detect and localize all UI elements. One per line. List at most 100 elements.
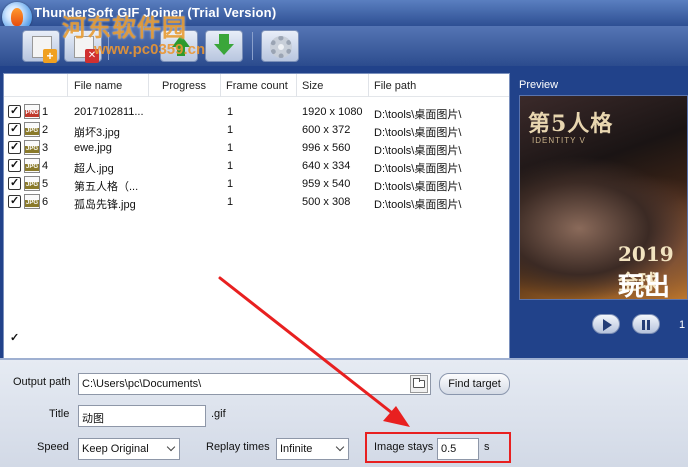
output-path-field[interactable]: C:\Users\pc\Documents\ [78, 373, 431, 395]
column-file-path[interactable]: File path [374, 80, 416, 92]
jpg-file-icon: JPG [24, 158, 40, 173]
row-frame-count: 1 [227, 196, 234, 208]
file-type-tag: JPG [25, 128, 39, 135]
toolbar-separator [252, 32, 253, 60]
output-path-value: C:\Users\pc\Documents\ [82, 378, 202, 390]
output-path-label: Output path [13, 376, 71, 388]
pause-button[interactable] [632, 314, 660, 334]
row-checkbox[interactable] [8, 176, 21, 190]
file-type-tag: PNG [25, 110, 39, 117]
play-button[interactable] [592, 314, 620, 334]
title-field[interactable]: 动图 [78, 405, 206, 427]
file-row[interactable]: JPG 5 第五人格（... 1 959 x 540 D:\tools\桌面图片… [4, 175, 509, 193]
preview-image: 第5人格 IDENTITY V 2019 全球 玩出 [519, 95, 688, 300]
row-number: 5 [42, 178, 49, 190]
speed-label: Speed [37, 441, 69, 453]
image-stays-field[interactable]: 0.5 [437, 438, 479, 460]
file-type-tag: JPG [25, 200, 39, 207]
column-size[interactable]: Size [302, 80, 323, 92]
play-icon [603, 319, 612, 331]
file-list-header: File name Progress Frame count Size File… [4, 74, 509, 97]
column-separator [368, 74, 369, 97]
file-row[interactable]: JPG 6 孤岛先锋.jpg 1 500 x 308 D:\tools\桌面图片… [4, 193, 509, 211]
column-frame-count[interactable]: Frame count [226, 80, 288, 92]
file-row[interactable]: PNG 1 2017102811... 1 1920 x 1080 D:\too… [4, 103, 509, 121]
row-file-name: 孤岛先锋.jpg [74, 199, 136, 211]
column-file-name[interactable]: File name [74, 80, 122, 92]
row-file-name: 超人.jpg [74, 163, 114, 175]
row-file-path: D:\tools\桌面图片\ [374, 127, 462, 139]
speed-dropdown[interactable]: Keep Original [78, 438, 180, 460]
chevron-down-icon [166, 442, 176, 452]
app-window: ThunderSoft GIF Joiner (Trial Version) 河… [0, 0, 688, 467]
row-frame-count: 1 [227, 106, 234, 118]
row-file-path: D:\tools\桌面图片\ [374, 199, 462, 211]
browse-folder-button[interactable] [410, 375, 428, 393]
watermark-brand: 河东软件园 [62, 13, 187, 42]
check-all-label: Check / Uncheck all [26, 332, 124, 344]
image-stays-unit: s [484, 441, 490, 453]
settings-button[interactable] [261, 30, 299, 62]
speed-value: Keep Original [82, 443, 149, 455]
column-separator [296, 74, 297, 97]
row-file-path: D:\tools\桌面图片\ [374, 145, 462, 157]
row-number: 4 [42, 160, 49, 172]
title-label: Title [49, 408, 70, 420]
column-separator [148, 74, 149, 97]
row-size: 500 x 308 [302, 196, 351, 208]
file-type-tag: JPG [25, 146, 39, 153]
column-progress[interactable]: Progress [162, 80, 206, 92]
row-checkbox[interactable] [8, 140, 21, 154]
move-down-button[interactable] [205, 30, 243, 62]
row-file-path: D:\tools\桌面图片\ [374, 109, 462, 121]
row-size: 640 x 334 [302, 160, 351, 172]
preview-image-title: 第5人格 [528, 111, 614, 137]
row-number: 1 [42, 106, 49, 118]
gear-icon [270, 36, 292, 58]
file-row[interactable]: JPG 4 超人.jpg 1 640 x 334 D:\tools\桌面图片\ [4, 157, 509, 175]
row-size: 600 x 372 [302, 124, 351, 136]
file-row[interactable]: JPG 3 ewe.jpg 1 996 x 560 D:\tools\桌面图片\ [4, 139, 509, 157]
jpg-file-icon: JPG [24, 140, 40, 155]
find-target-button[interactable]: Find target [439, 373, 510, 395]
arrow-down-icon [214, 34, 234, 55]
check-all-checkbox[interactable] [8, 331, 21, 345]
add-file-button[interactable] [22, 30, 60, 63]
row-checkbox[interactable] [8, 122, 21, 136]
row-checkbox[interactable] [8, 194, 21, 208]
row-file-name: 第五人格（... [74, 181, 139, 193]
row-frame-count: 1 [227, 124, 234, 136]
png-file-icon: PNG [24, 104, 40, 119]
preview-frame-number: 1 [679, 319, 686, 331]
file-row[interactable]: JPG 2 崩坏3.jpg 1 600 x 372 D:\tools\桌面图片\ [4, 121, 509, 139]
main-area: File name Progress Frame count Size File… [0, 66, 688, 467]
pause-icon [642, 320, 645, 330]
row-file-name: 2017102811... [74, 106, 144, 118]
row-size: 1920 x 1080 [302, 106, 363, 118]
row-size: 996 x 560 [302, 142, 351, 154]
row-size: 959 x 540 [302, 178, 351, 190]
row-checkbox[interactable] [8, 158, 21, 172]
title-value: 动图 [82, 413, 104, 425]
preview-image-slogan: 玩出 [618, 272, 671, 300]
row-number: 6 [42, 196, 49, 208]
row-number: 3 [42, 142, 49, 154]
settings-panel: Output path C:\Users\pc\Documents\ Find … [0, 358, 688, 467]
watermark-url: www.pc0359.cn [94, 41, 206, 58]
folder-icon [413, 378, 425, 388]
row-file-name: 崩坏3.jpg [74, 127, 120, 139]
jpg-file-icon: JPG [24, 176, 40, 191]
replay-times-dropdown[interactable]: Infinite [276, 438, 349, 460]
row-file-path: D:\tools\桌面图片\ [374, 163, 462, 175]
title-extension: .gif [211, 408, 226, 420]
image-stays-value: 0.5 [441, 443, 457, 455]
add-file-icon [32, 36, 57, 63]
chevron-down-icon [335, 442, 345, 452]
column-separator [220, 74, 221, 97]
file-type-tag: JPG [25, 164, 39, 171]
row-number: 2 [42, 124, 49, 136]
row-file-name: ewe.jpg [74, 142, 112, 154]
row-checkbox[interactable] [8, 104, 21, 118]
row-file-path: D:\tools\桌面图片\ [374, 181, 462, 193]
replay-times-label: Replay times [206, 441, 270, 453]
